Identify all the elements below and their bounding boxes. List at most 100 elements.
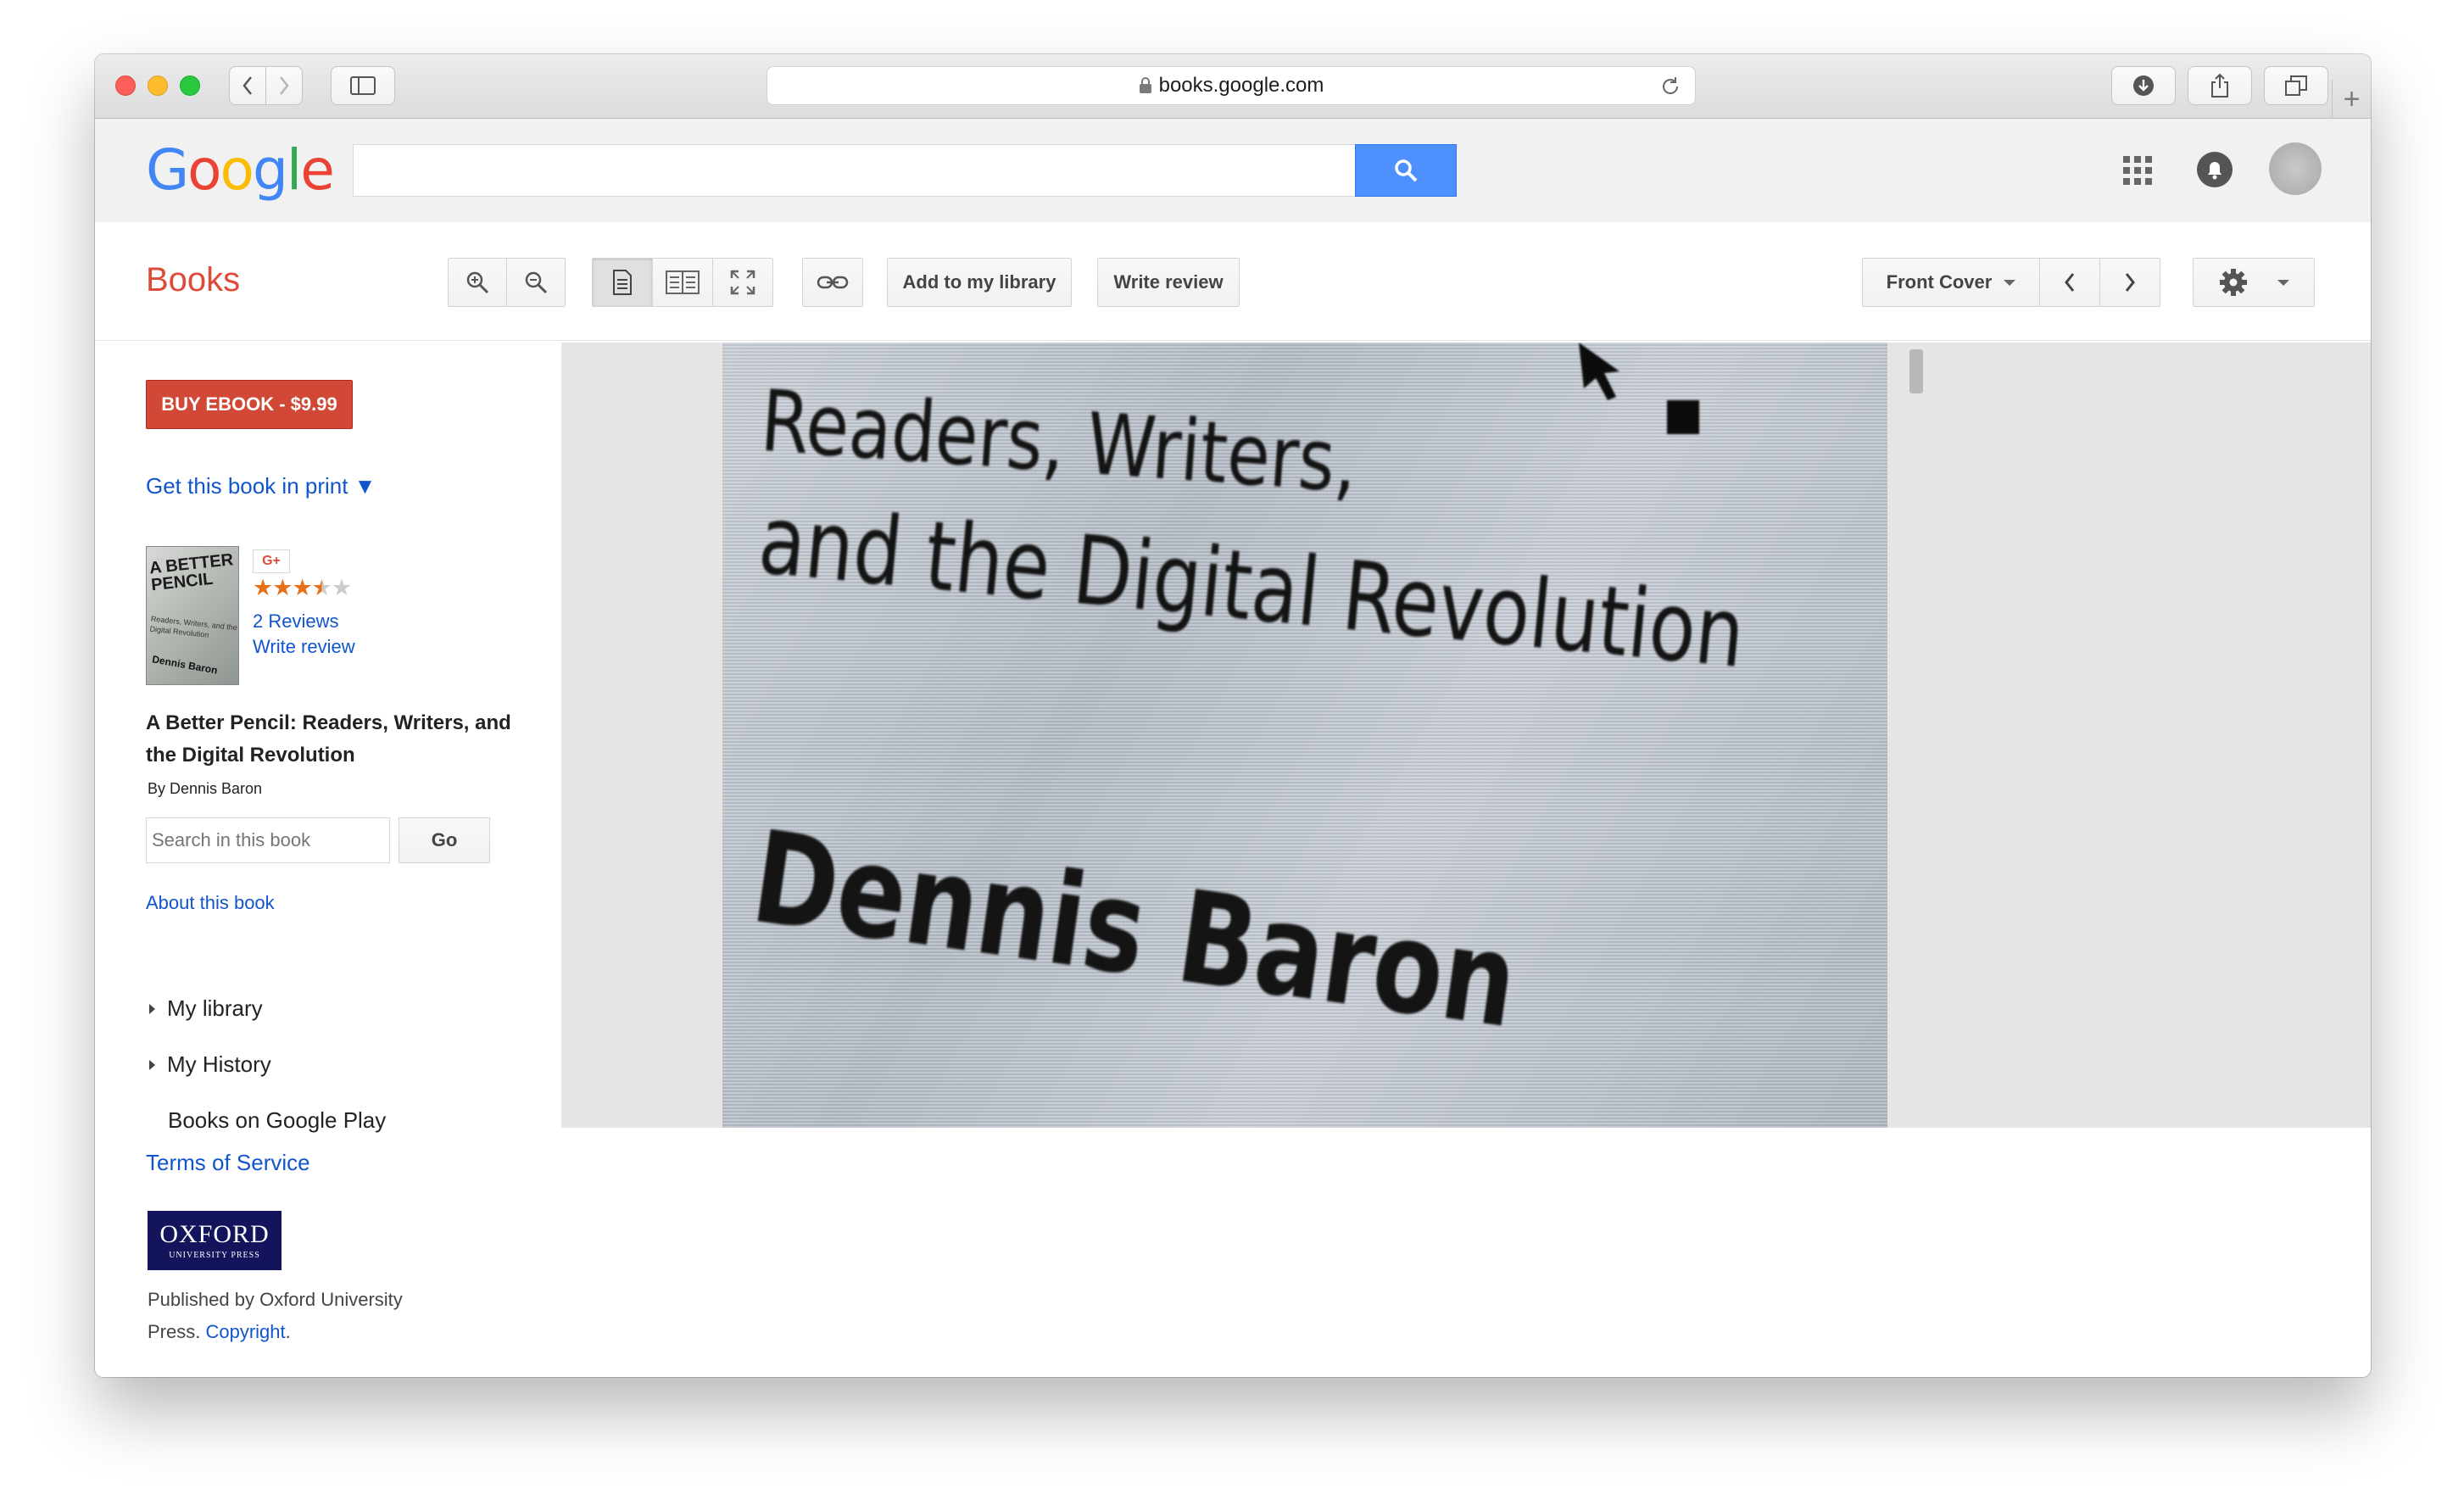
lock-icon xyxy=(1139,77,1151,93)
google-search-button[interactable] xyxy=(1355,144,1457,197)
previous-page-button[interactable] xyxy=(2039,258,2100,307)
zoom-in-icon xyxy=(466,271,489,294)
chevron-left-icon xyxy=(242,76,252,95)
two-page-view-button[interactable] xyxy=(652,258,713,307)
page-text-line: and the Digital Revolution xyxy=(754,485,1749,690)
copyright-link[interactable]: Copyright xyxy=(205,1321,285,1342)
book-title: A Better Pencil: Readers, Writers, and t… xyxy=(146,711,511,767)
browser-toolbar: books.google.com + xyxy=(95,54,2371,119)
download-icon xyxy=(2133,75,2154,96)
logo-letter: o xyxy=(220,137,254,203)
viewer-scrollbar[interactable] xyxy=(1909,349,1923,393)
chevron-down-icon xyxy=(2004,279,2016,286)
terms-of-service-link[interactable]: Terms of Service xyxy=(146,1150,310,1176)
apps-grid-icon[interactable] xyxy=(2123,156,2152,185)
mouse-pointer-icon xyxy=(1579,343,1699,434)
front-cover-dropdown[interactable]: Front Cover xyxy=(1862,258,2040,307)
reload-icon[interactable] xyxy=(1659,75,1681,98)
google-search-input[interactable] xyxy=(353,144,1355,197)
forward-button[interactable] xyxy=(265,66,303,105)
book-author: By Dennis Baron xyxy=(148,780,263,797)
close-window-button[interactable] xyxy=(115,75,136,96)
about-this-book-link[interactable]: About this book xyxy=(146,892,275,914)
get-book-in-print-link[interactable]: Get this book in print ▼ xyxy=(146,473,376,499)
share-icon xyxy=(2211,73,2228,98)
logo-letter: e xyxy=(300,137,335,203)
tabs-overview-button[interactable] xyxy=(2264,66,2328,105)
sidebar-icon xyxy=(350,76,376,95)
zoom-out-icon xyxy=(525,271,548,294)
copyright-suffix: . xyxy=(285,1321,291,1342)
cover-subtitle: Readers, Writers, and the Digital Revolu… xyxy=(149,614,238,639)
url-text: books.google.com xyxy=(1158,74,1324,97)
logo-letter: l xyxy=(286,137,302,203)
fullscreen-button[interactable] xyxy=(712,258,773,307)
share-button[interactable] xyxy=(2188,66,2252,105)
cover-title: A BETTER PENCIL xyxy=(148,550,235,595)
book-viewer: Readers, Writers, and the Digital Revolu… xyxy=(561,343,2371,1128)
nav-my-history[interactable]: My History xyxy=(146,1051,271,1078)
nav-label: My History xyxy=(167,1051,271,1077)
search-go-button[interactable]: Go xyxy=(399,817,490,863)
publisher-logo-line2: UNIVERSITY PRESS xyxy=(169,1250,260,1260)
add-to-library-button[interactable]: Add to my library xyxy=(887,258,1072,307)
search-in-book-input[interactable] xyxy=(146,817,390,863)
chevron-down-icon xyxy=(2277,279,2289,286)
zoom-in-button[interactable] xyxy=(448,258,507,307)
nav-books-on-google-play[interactable]: Books on Google Play xyxy=(168,1107,386,1134)
address-bar[interactable]: books.google.com xyxy=(767,66,1696,105)
single-page-view-button[interactable] xyxy=(592,258,653,307)
write-review-link[interactable]: Write review xyxy=(253,636,355,658)
logo-letter: G xyxy=(146,137,189,203)
tabs-icon xyxy=(2285,75,2307,96)
google-plus-badge[interactable]: G+ xyxy=(253,549,290,573)
book-sidebar: BUY EBOOK - $9.99 Get this book in print… xyxy=(95,343,561,1377)
zoom-out-button[interactable] xyxy=(506,258,566,307)
reviews-link[interactable]: 2 Reviews xyxy=(253,611,338,633)
star-icon: ★ xyxy=(253,575,273,600)
fullscreen-icon xyxy=(730,270,755,295)
single-page-icon xyxy=(613,270,632,295)
link-button[interactable] xyxy=(802,258,863,307)
back-button[interactable] xyxy=(229,66,266,105)
chevron-right-icon xyxy=(2125,273,2135,292)
book-page-image[interactable]: Readers, Writers, and the Digital Revolu… xyxy=(722,343,1887,1128)
star-icon: ★ xyxy=(272,575,293,600)
sidebar-toggle-button[interactable] xyxy=(331,66,395,105)
book-cover-thumbnail[interactable]: A BETTER PENCIL Readers, Writers, and th… xyxy=(146,546,239,685)
notifications-icon[interactable] xyxy=(2196,151,2233,188)
publisher-logo[interactable]: OXFORD UNIVERSITY PRESS xyxy=(148,1211,282,1270)
zoom-window-button[interactable] xyxy=(180,75,200,96)
books-title[interactable]: Books xyxy=(146,261,240,299)
buy-ebook-button[interactable]: BUY EBOOK - $9.99 xyxy=(146,380,353,429)
downloads-button[interactable] xyxy=(2111,66,2176,105)
expand-arrow-icon xyxy=(149,1003,155,1014)
star-icon: ★ xyxy=(311,575,332,600)
minimize-window-button[interactable] xyxy=(148,75,168,96)
chevron-right-icon xyxy=(280,76,289,95)
books-toolbar: Books Add to my library Write review Fro… xyxy=(95,222,2371,341)
google-logo[interactable]: Google xyxy=(146,137,335,203)
nav-label: My library xyxy=(167,995,263,1021)
settings-button[interactable] xyxy=(2193,258,2315,307)
account-avatar[interactable] xyxy=(2269,142,2322,195)
new-tab-button[interactable]: + xyxy=(2332,80,2371,119)
cover-author: Dennis Baron xyxy=(151,653,219,677)
logo-letter: o xyxy=(187,137,221,203)
star-icon: ★ xyxy=(331,575,352,600)
link-icon xyxy=(817,276,849,289)
browser-window: books.google.com + Google Books Add to m… xyxy=(95,54,2371,1377)
expand-arrow-icon xyxy=(149,1059,155,1070)
gear-icon xyxy=(2220,269,2247,296)
publisher-logo-line1: OXFORD xyxy=(159,1219,270,1248)
write-review-button[interactable]: Write review xyxy=(1097,258,1240,307)
star-icon: ★ xyxy=(292,575,312,600)
page-text-line: Readers, Writers, xyxy=(757,371,1361,512)
google-header: Google xyxy=(95,119,2371,222)
search-icon xyxy=(1395,159,1418,182)
page-text-line: Dennis Baron xyxy=(744,804,1525,1057)
nav-my-library[interactable]: My library xyxy=(146,995,263,1022)
nav-label: Books on Google Play xyxy=(168,1107,387,1133)
star-rating: ★★★★★ xyxy=(253,575,352,601)
next-page-button[interactable] xyxy=(2099,258,2160,307)
